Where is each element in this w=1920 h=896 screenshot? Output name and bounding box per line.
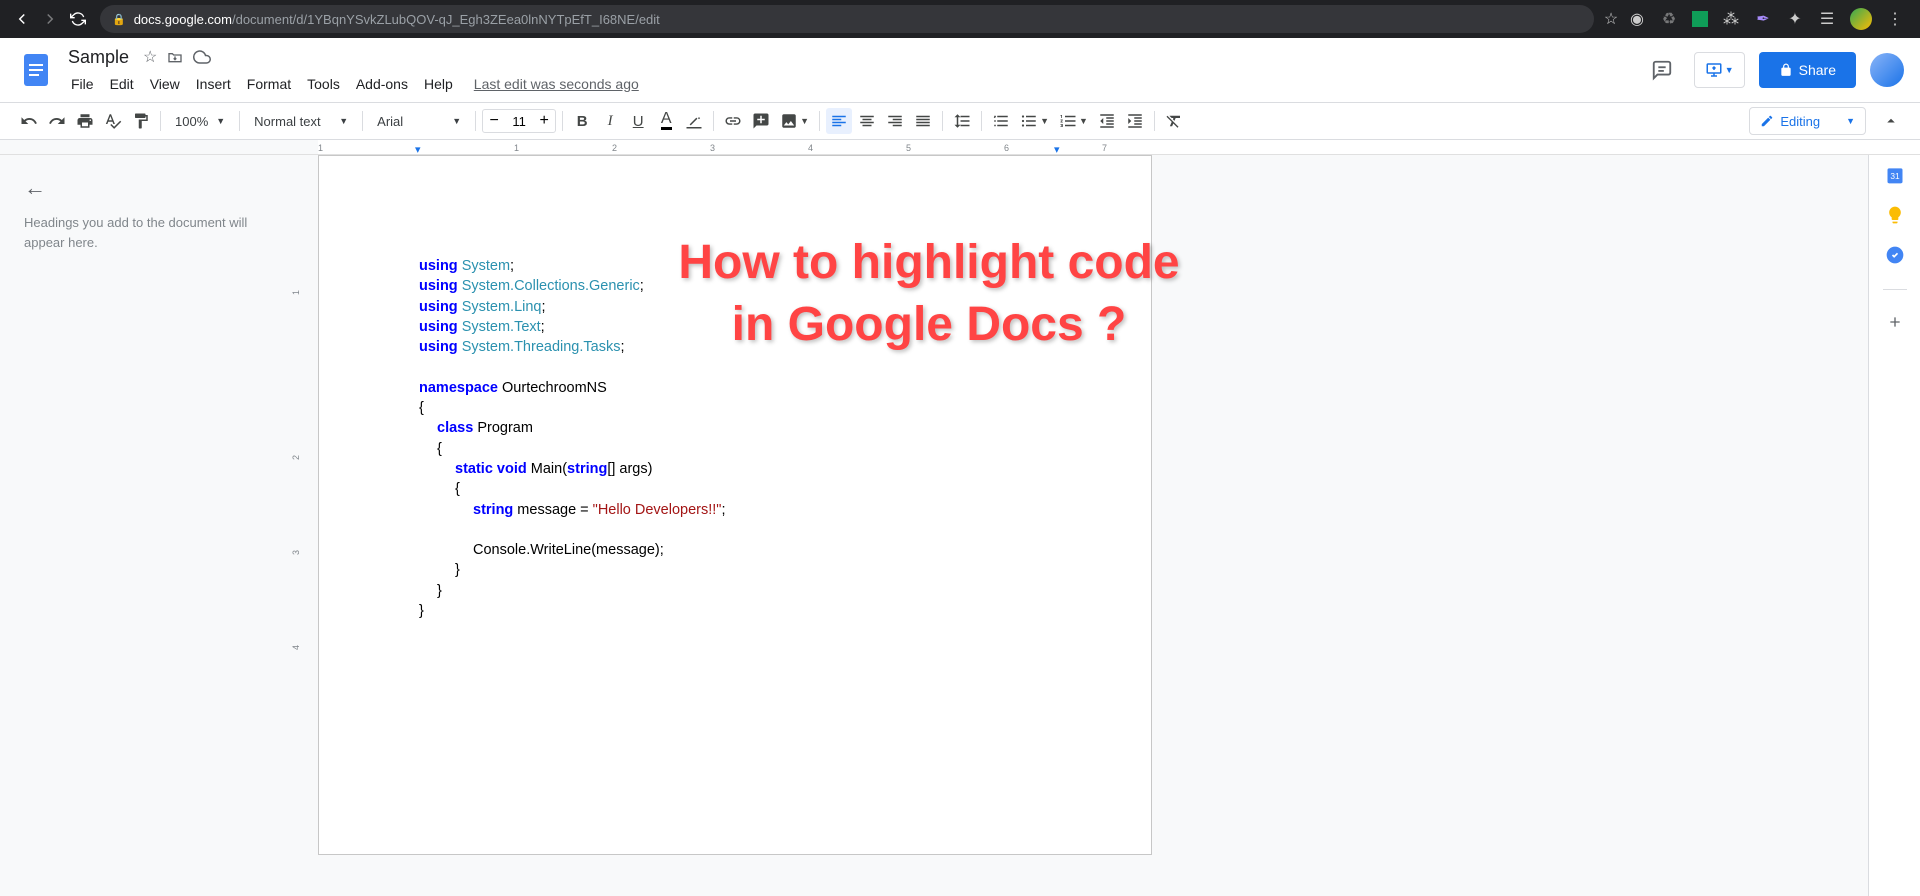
clear-formatting-button[interactable] xyxy=(1161,108,1187,134)
font-size-increase[interactable]: + xyxy=(533,112,555,130)
cloud-status-icon[interactable] xyxy=(193,48,211,66)
browser-address-bar[interactable]: 🔒 docs.google.com/document/d/1YBqnYSvkZL… xyxy=(100,5,1594,33)
menu-tools[interactable]: Tools xyxy=(300,72,347,96)
url-host: docs.google.com xyxy=(134,12,232,27)
share-button[interactable]: Share xyxy=(1759,52,1856,88)
move-document-icon[interactable] xyxy=(167,49,183,65)
user-avatar[interactable] xyxy=(1870,53,1904,87)
italic-button[interactable]: I xyxy=(597,108,623,134)
add-addon-icon[interactable] xyxy=(1887,314,1903,330)
checklist-button[interactable] xyxy=(988,108,1014,134)
align-right-button[interactable] xyxy=(882,108,908,134)
numbered-list-button[interactable]: ▼ xyxy=(1055,108,1092,134)
docs-header: Sample ☆ File Edit View Insert Format To… xyxy=(0,38,1920,102)
align-justify-button[interactable] xyxy=(910,108,936,134)
line-spacing-button[interactable] xyxy=(949,108,975,134)
bold-button[interactable]: B xyxy=(569,108,595,134)
formatting-toolbar: 100%▼ Normal text▼ Arial▼ − 11 + B I U A… xyxy=(0,102,1920,140)
lock-icon: 🔒 xyxy=(112,13,126,26)
comments-button[interactable] xyxy=(1644,52,1680,88)
profile-avatar-icon[interactable] xyxy=(1850,8,1872,30)
puzzle-icon[interactable]: ✦ xyxy=(1786,10,1804,28)
print-button[interactable] xyxy=(72,108,98,134)
browser-back-button[interactable] xyxy=(8,5,36,33)
insert-image-button[interactable]: ▼ xyxy=(776,108,813,134)
browser-toolbar: 🔒 docs.google.com/document/d/1YBqnYSvkZL… xyxy=(0,0,1920,38)
font-select[interactable]: Arial▼ xyxy=(369,108,469,134)
extension-green-icon[interactable] xyxy=(1692,11,1708,27)
paragraph-style-select[interactable]: Normal text▼ xyxy=(246,108,356,134)
vertical-ruler[interactable]: 1 2 3 4 xyxy=(290,155,318,896)
menu-view[interactable]: View xyxy=(143,72,187,96)
menu-format[interactable]: Format xyxy=(240,72,298,96)
star-document-icon[interactable]: ☆ xyxy=(143,47,157,67)
decrease-indent-button[interactable] xyxy=(1094,108,1120,134)
recycle-icon[interactable]: ♻ xyxy=(1660,10,1678,28)
browser-reload-button[interactable] xyxy=(64,5,92,33)
menu-bar: File Edit View Insert Format Tools Add-o… xyxy=(64,72,1644,96)
horizontal-ruler[interactable]: ▾ 1 1 2 3 4 5 6 7 ▾ xyxy=(0,140,1920,155)
camera-icon[interactable]: ◉ xyxy=(1628,10,1646,28)
tasks-icon[interactable] xyxy=(1885,245,1905,265)
redo-button[interactable] xyxy=(44,108,70,134)
font-size-input[interactable]: 11 xyxy=(505,114,533,129)
reading-list-icon[interactable]: ☰ xyxy=(1818,10,1836,28)
side-panel: 31 xyxy=(1868,155,1920,896)
url-path: /document/d/1YBqnYSvkZLubQOV-qJ_Egh3ZEea… xyxy=(232,12,660,27)
underline-button[interactable]: U xyxy=(625,108,651,134)
increase-indent-button[interactable] xyxy=(1122,108,1148,134)
share-label: Share xyxy=(1799,62,1836,78)
browser-forward-button[interactable] xyxy=(36,5,64,33)
paint-format-button[interactable] xyxy=(128,108,154,134)
present-button[interactable]: ▼ xyxy=(1694,52,1745,88)
browser-menu-icon[interactable]: ⋮ xyxy=(1886,10,1904,28)
outline-placeholder: Headings you add to the document will ap… xyxy=(24,213,266,252)
editing-mode-button[interactable]: Editing▼ xyxy=(1749,107,1866,135)
insert-comment-button[interactable] xyxy=(748,108,774,134)
page-scroll-area[interactable]: using System; using System.Collections.G… xyxy=(318,155,1868,896)
insert-link-button[interactable] xyxy=(720,108,746,134)
menu-addons[interactable]: Add-ons xyxy=(349,72,415,96)
undo-button[interactable] xyxy=(16,108,42,134)
text-color-button[interactable]: A xyxy=(653,108,679,134)
menu-help[interactable]: Help xyxy=(417,72,460,96)
calendar-icon[interactable]: 31 xyxy=(1885,165,1905,185)
spell-check-button[interactable] xyxy=(100,108,126,134)
bulleted-list-button[interactable]: ▼ xyxy=(1016,108,1053,134)
highlight-color-button[interactable] xyxy=(681,108,707,134)
menu-insert[interactable]: Insert xyxy=(189,72,238,96)
docs-logo[interactable] xyxy=(16,50,56,90)
document-title[interactable]: Sample xyxy=(64,45,133,70)
menu-edit[interactable]: Edit xyxy=(103,72,141,96)
last-edit-link[interactable]: Last edit was seconds ago xyxy=(474,76,639,92)
svg-text:31: 31 xyxy=(1890,171,1900,181)
align-center-button[interactable] xyxy=(854,108,880,134)
zoom-select[interactable]: 100%▼ xyxy=(167,108,233,134)
align-left-button[interactable] xyxy=(826,108,852,134)
browser-extensions: ◉ ♻ ⁂ ✒ ✦ ☰ ⋮ xyxy=(1620,8,1912,30)
feather-icon[interactable]: ✒ xyxy=(1754,10,1772,28)
keep-icon[interactable] xyxy=(1885,205,1905,225)
close-outline-button[interactable]: ← xyxy=(24,175,266,201)
menu-file[interactable]: File xyxy=(64,72,101,96)
star-icon[interactable]: ☆ xyxy=(1602,10,1620,28)
overlay-annotation: How to highlight code in Google Docs ? xyxy=(629,232,1229,357)
collapse-toolbar-button[interactable] xyxy=(1878,108,1904,134)
document-outline: ← Headings you add to the document will … xyxy=(0,155,290,896)
extension-dots-icon[interactable]: ⁂ xyxy=(1722,10,1740,28)
document-page[interactable]: using System; using System.Collections.G… xyxy=(318,155,1152,855)
font-size-decrease[interactable]: − xyxy=(483,112,505,130)
